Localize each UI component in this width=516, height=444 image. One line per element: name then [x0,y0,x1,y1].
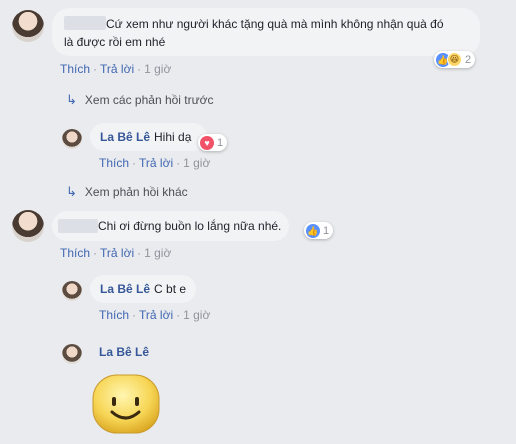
view-previous-replies[interactable]: ↳ Xem các phản hồi trước [66,92,214,108]
reaction-count: 1 [323,224,330,237]
reply-author[interactable]: La Bê Lê [100,130,150,144]
like-icon: 👍 [306,223,320,238]
view-more-replies[interactable]: ↳ Xem phản hồi khác [66,184,188,200]
commenter-avatar[interactable] [12,10,44,42]
like-link[interactable]: Thích [99,308,129,322]
draft-reply-avatar[interactable] [62,344,82,364]
reaction-summary[interactable]: 👍 😆 2 [434,51,476,68]
reaction-summary[interactable]: 👍 1 [304,222,334,239]
reply-avatar[interactable] [62,281,82,301]
haha-icon: 😆 [447,52,462,67]
comment-text-line: là được rồi em nhé [64,35,166,49]
redacted-author-name [64,16,106,30]
like-link[interactable]: Thích [99,156,129,170]
comment-bubble: Cứ xem như người khác tặng quà mà mình k… [52,8,480,56]
timestamp[interactable]: 1 giờ [183,156,210,170]
view-more-label[interactable]: Xem phản hồi khác [85,185,188,199]
smiley-face-sticker[interactable] [90,372,162,436]
reply-bubble: La Bê Lê Hihi dạ [90,123,208,151]
reply-arrow-icon: ↳ [66,92,77,107]
reaction-count: 2 [465,53,472,66]
smiley-sticker-graphic [92,374,160,434]
reply-link[interactable]: Trả lời [100,246,134,260]
like-link[interactable]: Thích [60,62,90,76]
reply-actions: Thích · Trả lời · 1 giờ [99,156,211,170]
reply-text: C bt e [154,282,187,296]
reply-bubble: La Bê Lê C bt e [90,275,197,303]
redacted-author-name [58,219,98,233]
comment-bubble: Chi ơi đừng buồn lo lắng nữa nhé. [52,211,290,241]
reply-link[interactable]: Trả lời [100,62,134,76]
reply-link[interactable]: Trả lời [139,156,173,170]
comment-text: Chi ơi đừng buồn lo lắng nữa nhé. [98,219,282,233]
like-link[interactable]: Thích [60,246,90,260]
reaction-summary[interactable]: ♥ 1 [198,134,228,151]
view-previous-label[interactable]: Xem các phản hồi trước [85,93,214,107]
timestamp[interactable]: 1 giờ [144,62,171,76]
reply-actions: Thích · Trả lời · 1 giờ [99,308,211,322]
reply-text: Hihi dạ [154,130,192,144]
timestamp[interactable]: 1 giờ [144,246,171,260]
commenter-avatar[interactable] [12,210,44,242]
reply-avatar[interactable] [62,129,82,149]
comment-text-line: Cứ xem như người khác tặng quà mà mình k… [106,17,444,31]
reply-author[interactable]: La Bê Lê [100,282,150,296]
love-icon: ♥ [200,135,214,150]
reply-arrow-icon: ↳ [66,184,77,199]
reaction-count: 1 [217,136,224,149]
draft-reply-author[interactable]: La Bê Lê [99,345,149,359]
timestamp[interactable]: 1 giờ [183,308,210,322]
reply-link[interactable]: Trả lời [139,308,173,322]
comment-actions: Thích · Trả lời · 1 giờ [60,62,172,76]
comment-actions: Thích · Trả lời · 1 giờ [60,246,172,260]
